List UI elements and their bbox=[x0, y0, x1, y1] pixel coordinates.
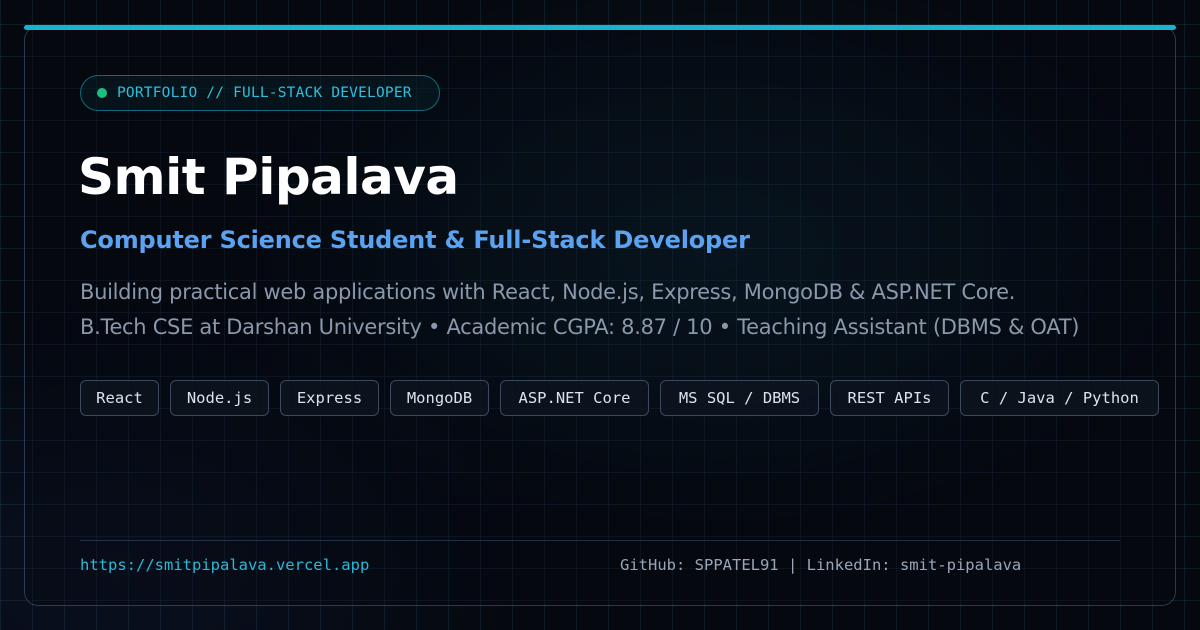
tag-react: React bbox=[80, 380, 159, 416]
portfolio-link[interactable]: https://smitpipalava.vercel.app bbox=[80, 556, 369, 574]
accent-bar bbox=[24, 25, 1176, 30]
portfolio-card-page: PORTFOLIO // FULL-STACK DEVELOPER Smit P… bbox=[0, 0, 1200, 630]
social-handles: GitHub: SPPATEL91 | LinkedIn: smit-pipal… bbox=[620, 556, 1022, 574]
tag-express: Express bbox=[280, 380, 379, 416]
subtitle: Computer Science Student & Full-Stack De… bbox=[80, 226, 750, 254]
tag-mssql-dbms: MS SQL / DBMS bbox=[660, 380, 819, 416]
portfolio-badge: PORTFOLIO // FULL-STACK DEVELOPER bbox=[80, 75, 440, 111]
tag-nodejs: Node.js bbox=[170, 380, 269, 416]
description-line-1: Building practical web applications with… bbox=[80, 280, 1016, 304]
description-line-2: B.Tech CSE at Darshan University • Acade… bbox=[80, 315, 1080, 339]
status-dot-icon bbox=[97, 88, 107, 98]
page-title: Smit Pipalava bbox=[78, 148, 459, 206]
tag-aspnet-core: ASP.NET Core bbox=[500, 380, 649, 416]
tag-languages: C / Java / Python bbox=[960, 380, 1159, 416]
tag-rest-apis: REST APIs bbox=[830, 380, 949, 416]
badge-label: PORTFOLIO // FULL-STACK DEVELOPER bbox=[117, 85, 412, 101]
footer-divider bbox=[80, 540, 1120, 541]
tag-mongodb: MongoDB bbox=[390, 380, 489, 416]
